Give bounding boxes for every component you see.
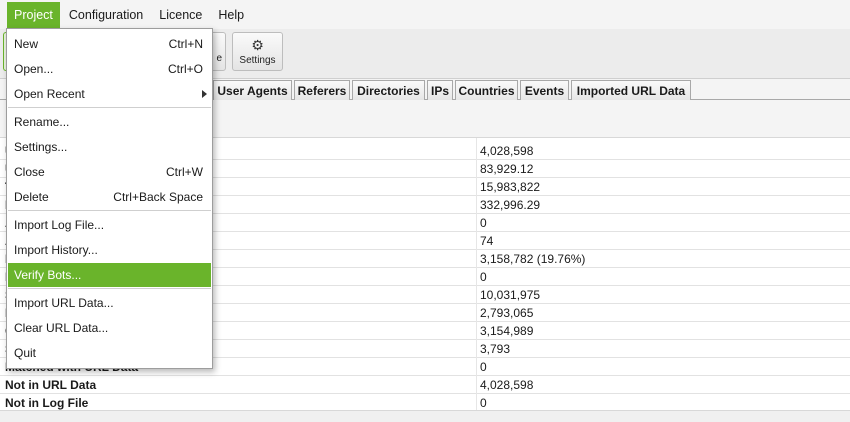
menu-item-delete[interactable]: Delete Ctrl+Back Space <box>8 185 211 209</box>
menu-configuration[interactable]: Configuration <box>62 2 150 28</box>
tab-ips[interactable]: IPs <box>427 80 453 100</box>
row-label: Not in URL Data <box>5 378 97 392</box>
menu-item-label: Close <box>14 165 45 179</box>
menu-project[interactable]: Project <box>7 1 60 28</box>
menu-item-shortcut: Ctrl+Back Space <box>113 190 203 204</box>
menu-item-quit[interactable]: Quit <box>8 341 211 365</box>
submenu-arrow-icon <box>202 90 207 98</box>
menu-item-shortcut: Ctrl+N <box>168 37 203 51</box>
menu-item-shortcut: Ctrl+W <box>166 165 203 179</box>
row-value: 2,793,065 <box>480 306 534 320</box>
project-menu: New Ctrl+N Open... Ctrl+O Open Recent Re… <box>6 28 213 369</box>
tab-events[interactable]: Events <box>520 80 569 100</box>
menu-item-open[interactable]: Open... Ctrl+O <box>8 57 211 81</box>
gear-icon: ⚙ <box>251 36 264 53</box>
horizontal-scrollbar[interactable] <box>0 410 850 422</box>
toolbar-button-hidden-label: e <box>216 53 222 64</box>
tab-countries[interactable]: Countries <box>455 80 518 100</box>
menu-item-label: Delete <box>14 190 49 204</box>
table-row: Not in URL Data 4,028,598 <box>0 376 850 394</box>
menu-item-label: Settings... <box>14 140 68 154</box>
menu-bar: Project Configuration Licence Help <box>0 0 850 29</box>
tab-imported-url-data[interactable]: Imported URL Data <box>571 80 691 100</box>
row-value: 10,031,975 <box>480 288 541 302</box>
menu-item-new[interactable]: New Ctrl+N <box>8 32 211 56</box>
row-value: 0 <box>480 270 487 284</box>
menu-item-verify-bots[interactable]: Verify Bots... <box>8 263 211 287</box>
column-divider <box>476 138 477 410</box>
menu-item-clear-url-data[interactable]: Clear URL Data... <box>8 316 211 340</box>
tab-referers[interactable]: Referers <box>294 80 350 100</box>
menu-item-label: Quit <box>14 346 37 360</box>
menu-item-label: Open Recent <box>14 87 85 101</box>
menu-separator <box>8 107 211 108</box>
settings-button[interactable]: ⚙ Settings <box>232 32 283 71</box>
row-value: 0 <box>480 360 487 374</box>
row-value: 3,158,782 (19.76%) <box>480 252 586 266</box>
row-value: 332,996.29 <box>480 198 541 212</box>
menu-separator <box>8 288 211 289</box>
menu-item-label: Import URL Data... <box>14 296 114 310</box>
menu-item-label: Import History... <box>14 243 98 257</box>
menu-item-open-recent[interactable]: Open Recent <box>8 82 211 106</box>
row-value: 15,983,822 <box>480 180 541 194</box>
settings-button-label: Settings <box>239 54 276 66</box>
row-value: 74 <box>480 234 494 248</box>
menu-help[interactable]: Help <box>211 2 251 28</box>
menu-licence[interactable]: Licence <box>152 2 209 28</box>
tab-directories[interactable]: Directories <box>352 80 425 100</box>
row-value: 3,793 <box>480 342 511 356</box>
menu-item-import-url-data[interactable]: Import URL Data... <box>8 291 211 315</box>
tab-user-agents[interactable]: User Agents <box>213 80 292 100</box>
row-value: 4,028,598 <box>480 144 534 158</box>
menu-item-label: Import Log File... <box>14 218 105 232</box>
row-value: 83,929.12 <box>480 162 534 176</box>
menu-item-label: Clear URL Data... <box>14 321 109 335</box>
menu-item-label: Open... <box>14 62 54 76</box>
menu-separator <box>8 210 211 211</box>
menu-item-rename[interactable]: Rename... <box>8 110 211 134</box>
menu-item-settings[interactable]: Settings... <box>8 135 211 159</box>
menu-item-import-history[interactable]: Import History... <box>8 238 211 262</box>
menu-item-label: Rename... <box>14 115 70 129</box>
row-value: 3,154,989 <box>480 324 534 338</box>
row-value: 0 <box>480 216 487 230</box>
row-value: 4,028,598 <box>480 378 534 392</box>
menu-item-label: Verify Bots... <box>14 268 82 282</box>
menu-item-import-log-file[interactable]: Import Log File... <box>8 213 211 237</box>
menu-item-shortcut: Ctrl+O <box>167 62 203 76</box>
menu-item-close[interactable]: Close Ctrl+W <box>8 160 211 184</box>
menu-item-label: New <box>14 37 39 51</box>
